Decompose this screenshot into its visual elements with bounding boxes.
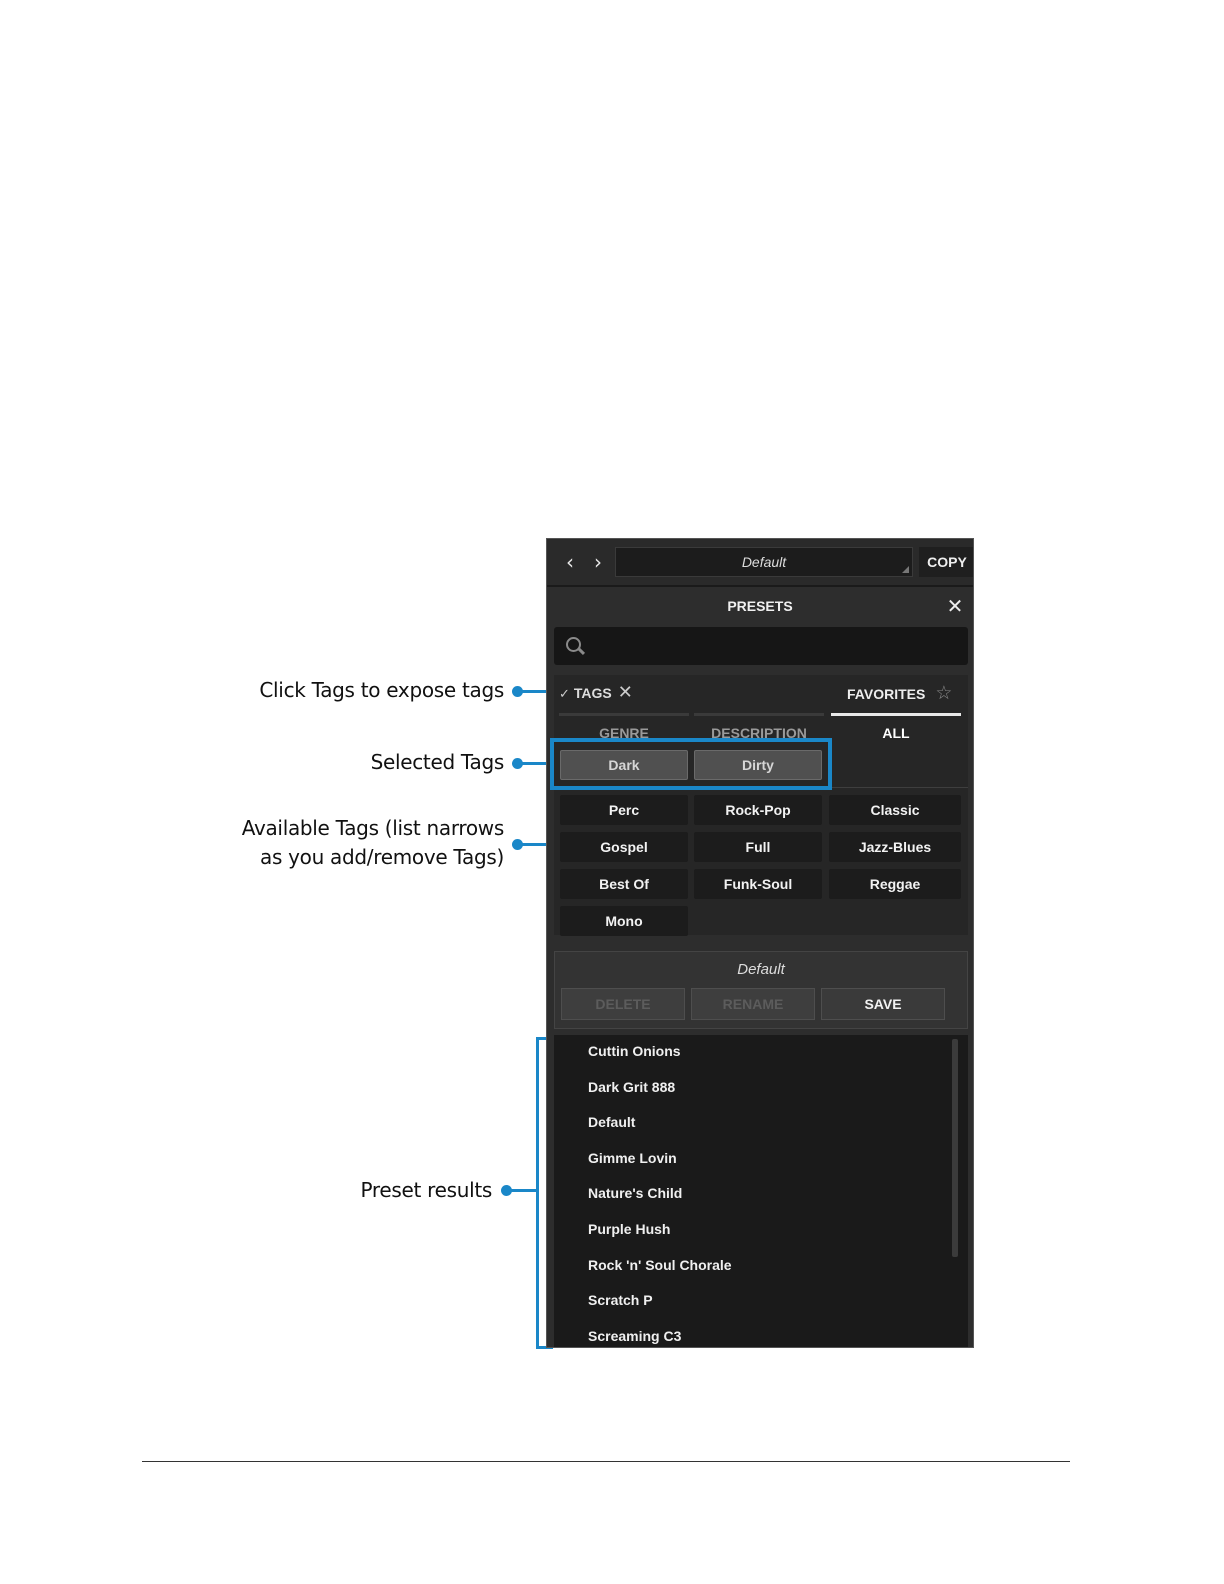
- available-tag[interactable]: Gospel: [560, 832, 688, 862]
- preset-results-list[interactable]: Cuttin Onions Dark Grit 888 Default Gimm…: [554, 1035, 968, 1347]
- tab-favorites[interactable]: FAVORITES ☆: [847, 683, 952, 703]
- callout-available-line2: as you add/remove Tags): [259, 845, 504, 869]
- list-item[interactable]: Default: [588, 1112, 635, 1132]
- callout-results: Preset results: [360, 1178, 492, 1202]
- available-tag[interactable]: Jazz-Blues: [829, 832, 961, 862]
- results-scrollbar[interactable]: [952, 1039, 958, 1257]
- available-tag[interactable]: Rock-Pop: [694, 795, 822, 825]
- callout-tags: Click Tags to expose tags: [259, 678, 504, 702]
- available-tag[interactable]: Funk-Soul: [694, 869, 822, 899]
- tab-all[interactable]: ALL: [831, 713, 961, 744]
- current-preset-name: Default: [741, 554, 787, 570]
- copy-button[interactable]: COPY: [919, 547, 973, 577]
- list-item[interactable]: Scratch P: [588, 1290, 653, 1310]
- callout-results-leader: [505, 1189, 537, 1192]
- list-item[interactable]: Rock 'n' Soul Chorale: [588, 1255, 732, 1275]
- available-tag[interactable]: Perc: [560, 795, 688, 825]
- tab-tags-label: TAGS: [573, 685, 612, 701]
- tab-tags[interactable]: ✓ TAGS ✕: [559, 683, 633, 703]
- list-item[interactable]: Purple Hush: [588, 1219, 670, 1239]
- check-icon: ✓: [559, 687, 570, 702]
- list-item[interactable]: Nature's Child: [588, 1183, 682, 1203]
- footer-rule: [142, 1461, 1070, 1462]
- manage-preset-name: Default: [737, 961, 785, 978]
- search-input[interactable]: [554, 627, 968, 665]
- save-button[interactable]: SAVE: [821, 988, 945, 1020]
- search-icon: [566, 637, 581, 652]
- close-icon[interactable]: ✕: [945, 595, 965, 617]
- tab-favorites-label: FAVORITES: [847, 686, 926, 702]
- preset-manage-box: Default DELETE RENAME SAVE: [554, 951, 968, 1029]
- available-tag[interactable]: Classic: [829, 795, 961, 825]
- list-item[interactable]: Screaming C3: [588, 1326, 681, 1346]
- rename-button[interactable]: RENAME: [691, 988, 815, 1020]
- star-icon[interactable]: ☆: [935, 682, 952, 704]
- available-tag[interactable]: Full: [694, 832, 822, 862]
- tags-close-icon[interactable]: ✕: [618, 682, 633, 703]
- preset-topbar: ‹ › Default COPY: [547, 539, 973, 587]
- delete-button[interactable]: DELETE: [561, 988, 685, 1020]
- list-item[interactable]: Gimme Lovin: [588, 1148, 677, 1168]
- list-item[interactable]: Cuttin Onions: [588, 1041, 681, 1061]
- selected-tags-highlight: [550, 738, 832, 790]
- next-preset-icon[interactable]: ›: [588, 551, 608, 573]
- list-item[interactable]: Dark Grit 888: [588, 1077, 675, 1097]
- callout-available-line1: Available Tags (list narrows: [241, 816, 505, 840]
- available-tag[interactable]: Reggae: [829, 869, 961, 899]
- resize-corner-icon: [902, 566, 909, 573]
- presets-title: PRESETS: [727, 598, 793, 614]
- prev-preset-icon[interactable]: ‹: [560, 551, 580, 573]
- current-preset-field[interactable]: Default: [615, 547, 913, 577]
- callout-selected: Selected Tags: [370, 750, 505, 774]
- available-tag[interactable]: Best Of: [560, 869, 688, 899]
- presets-panel: ‹ › Default COPY PRESETS ✕ ✓ TAGS ✕ FAVORI…: [546, 538, 974, 1348]
- available-tag[interactable]: Mono: [560, 906, 688, 936]
